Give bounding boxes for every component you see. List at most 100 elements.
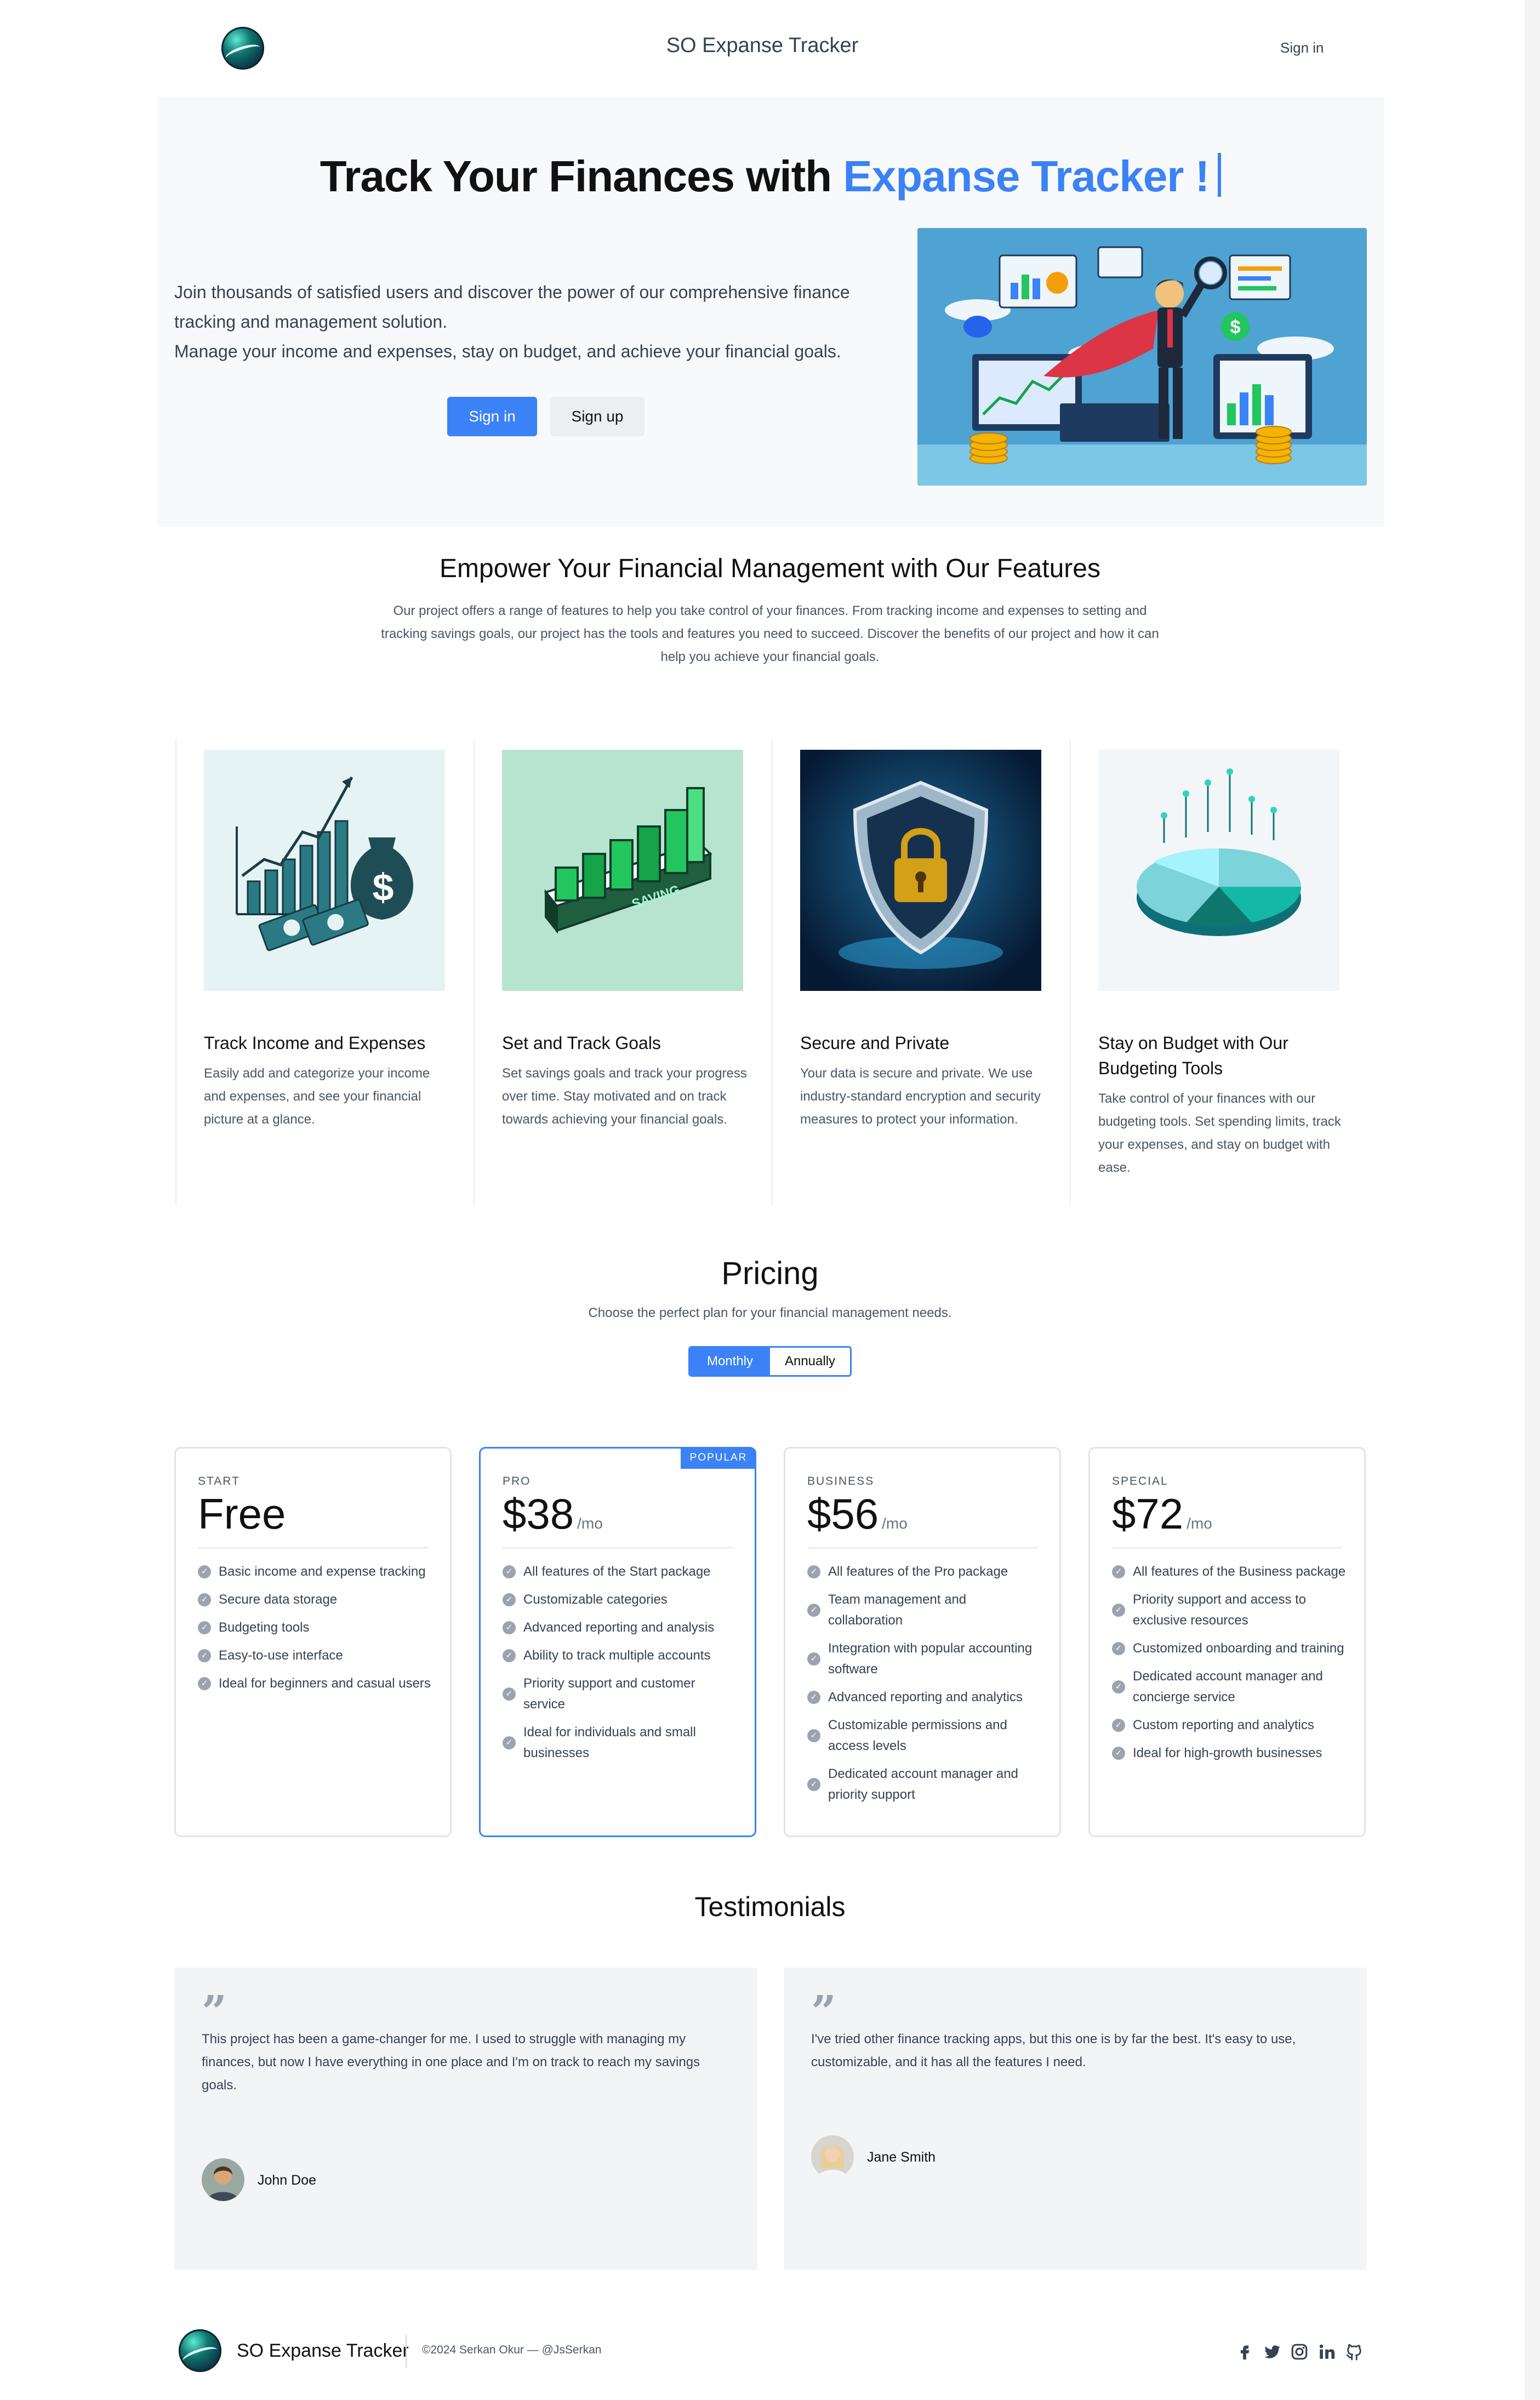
plan-feature-item: ✓ Easy-to-use interface (198, 1645, 434, 1666)
feature-card-secure: Secure and Private Your data is secure a… (772, 740, 1070, 1206)
popular-badge: POPULAR (681, 1447, 756, 1469)
page-scrollbar[interactable] (1525, 0, 1540, 2400)
plan-price: $38/mo (503, 1489, 603, 1539)
plan-feature-list: ✓ All features of the Start package ✓ Cust… (503, 1561, 738, 1771)
hero-heading-accent: Expanse Tracker ! (843, 152, 1210, 201)
plan-feature-text: Customizable permissions and access leve… (828, 1718, 1007, 1753)
plan-feature-item: ✓ Customizable categories (503, 1589, 738, 1610)
feature-description: Your data is secure and private. We use … (800, 1066, 1041, 1127)
hero-text-line1: Join thousands of satisfied users and di… (174, 282, 850, 332)
pricing-card-special[interactable]: SPECIAL $72/mo ✓ All features of the Busi… (1088, 1447, 1366, 1837)
check-icon: ✓ (503, 1565, 516, 1578)
check-icon: ✓ (503, 1649, 516, 1662)
plan-feature-item: ✓ Secure data storage (198, 1589, 434, 1610)
check-icon: ✓ (503, 1688, 516, 1701)
plan-feature-text: Basic income and expense tracking (219, 1564, 426, 1579)
check-icon: ✓ (503, 1593, 516, 1606)
plan-feature-text: Custom reporting and analytics (1133, 1718, 1314, 1732)
plan-price: $56/mo (807, 1489, 908, 1539)
typing-cursor (1218, 153, 1222, 197)
check-icon: ✓ (807, 1604, 820, 1617)
check-icon: ✓ (198, 1565, 211, 1578)
testimonial-text: I've tried other finance tracking apps, … (811, 2032, 1296, 2070)
plan-tier: SPECIAL (1112, 1475, 1168, 1487)
plan-feature-text: Team management and collaboration (828, 1592, 967, 1628)
plan-price-value: $56 (807, 1490, 879, 1538)
plan-feature-item: ✓ Customizable permissions and access lev… (807, 1715, 1043, 1757)
hero-description: Join thousands of satisfied users and di… (174, 277, 865, 366)
plan-feature-item: ✓ Ideal for beginners and casual users (198, 1673, 434, 1694)
linkedin-icon[interactable] (1317, 2342, 1336, 2361)
plan-feature-text: Priority support and customer service (523, 1676, 695, 1712)
plan-feature-list: ✓ All features of the Business package ✓ P… (1112, 1561, 1348, 1771)
facebook-icon[interactable] (1235, 2342, 1254, 2361)
check-icon: ✓ (198, 1649, 211, 1662)
savings-goals-illustration: SAVING (502, 750, 743, 991)
annually-toggle-button[interactable]: Annually (770, 1348, 850, 1375)
footer-copyright: ©2024 Serkan Okur — @JsSerkan (422, 2344, 602, 2356)
hero-heading: Track Your Finances with Expanse Tracker… (157, 151, 1384, 202)
plan-feature-item: ✓ Basic income and expense tracking (198, 1561, 434, 1582)
testimonial-author: John Doe (258, 2173, 317, 2188)
footer-divider (406, 2335, 407, 2368)
top-navbar: SO Expanse Tracker Sign in (0, 0, 1525, 96)
track-income-illustration: $ (204, 750, 445, 991)
card-divider (1112, 1547, 1342, 1548)
plan-feature-text: All features of the Business package (1133, 1564, 1346, 1579)
monthly-toggle-button[interactable]: Monthly (690, 1348, 770, 1375)
footer-logo-icon[interactable] (179, 2329, 221, 2372)
card-divider (807, 1547, 1037, 1548)
footer-brand[interactable]: SO Expanse Tracker (237, 2340, 409, 2362)
plan-price-period: /mo (577, 1515, 603, 1532)
plan-feature-text: Budgeting tools (219, 1620, 310, 1635)
plan-feature-text: Advanced reporting and analysis (523, 1620, 715, 1635)
plan-price-period: /mo (1187, 1515, 1212, 1532)
plan-feature-text: Advanced reporting and analytics (828, 1690, 1023, 1704)
testimonial-text: This project has been a game-changer for… (202, 2032, 700, 2093)
github-icon[interactable] (1345, 2342, 1364, 2361)
twitter-icon[interactable] (1263, 2342, 1281, 2361)
pricing-subtitle: Choose the perfect plan for your financi… (588, 1306, 952, 1320)
plan-feature-item: ✓ Customized onboarding and training (1112, 1638, 1348, 1659)
features-heading: Empower Your Financial Management with O… (440, 554, 1100, 583)
instagram-icon[interactable] (1290, 2342, 1309, 2361)
plan-feature-text: Customizable categories (523, 1592, 668, 1607)
plan-feature-item: ✓ Priority support and access to exclusiv… (1112, 1589, 1348, 1631)
plan-feature-text: Integration with popular accounting soft… (828, 1641, 1033, 1677)
testimonial-card-jane: ” I've tried other finance tracking apps… (784, 1968, 1367, 2270)
plan-feature-item: ✓ Ability to track multiple accounts (503, 1645, 738, 1666)
feature-title: Secure and Private (800, 1033, 950, 1053)
testimonial-card-john: ” This project has been a game-changer f… (174, 1968, 757, 2270)
security-shield-illustration (800, 750, 1041, 991)
check-icon: ✓ (503, 1736, 516, 1749)
plan-feature-list: ✓ Basic income and expense tracking ✓ Secu… (198, 1561, 434, 1701)
hero-signin-button[interactable]: Sign in (447, 397, 537, 436)
hero-signup-button[interactable]: Sign up (550, 397, 644, 436)
check-icon: ✓ (1112, 1565, 1125, 1578)
avatar (202, 2158, 244, 2201)
check-icon: ✓ (807, 1729, 820, 1742)
check-icon: ✓ (807, 1691, 820, 1704)
hero-text-line2: Manage your income and expenses, stay on… (174, 341, 841, 361)
plan-price-value: $72 (1112, 1490, 1184, 1538)
plan-feature-item: ✓ Dedicated account manager and concierge… (1112, 1666, 1348, 1708)
plan-feature-list: ✓ All features of the Pro package ✓ Team m… (807, 1561, 1043, 1812)
plan-feature-text: Easy-to-use interface (219, 1648, 343, 1663)
feature-description: Easily add and categorize your income an… (204, 1066, 430, 1127)
plan-price-value: Free (198, 1490, 286, 1538)
svg-text:$: $ (373, 866, 394, 909)
plan-feature-text: Priority support and access to exclusive… (1133, 1592, 1307, 1628)
header-signin-link[interactable]: Sign in (1280, 39, 1324, 56)
hero-section: Track Your Finances with Expanse Tracker… (157, 96, 1384, 527)
feature-card-set-goals: SAVING Set and Track Goals Set savings g… (474, 740, 772, 1206)
pricing-card-start[interactable]: START Free ✓ Basic income and expense tra… (174, 1447, 452, 1837)
pricing-card-pro[interactable]: POPULAR PRO $38/mo ✓ All features of the … (479, 1447, 756, 1837)
billing-period-toggle: Monthly Annually (688, 1346, 852, 1377)
pricing-card-business[interactable]: BUSINESS $56/mo ✓ All features of the Pro… (784, 1447, 1061, 1837)
plan-feature-item: ✓ Ideal for individuals and small busines… (503, 1722, 738, 1764)
plan-feature-item: ✓ All features of the Start package (503, 1561, 738, 1582)
plan-tier: START (198, 1475, 240, 1487)
plan-feature-text: All features of the Start package (523, 1564, 711, 1579)
pricing-heading: Pricing (721, 1256, 819, 1291)
plan-feature-text: Ability to track multiple accounts (523, 1648, 711, 1663)
